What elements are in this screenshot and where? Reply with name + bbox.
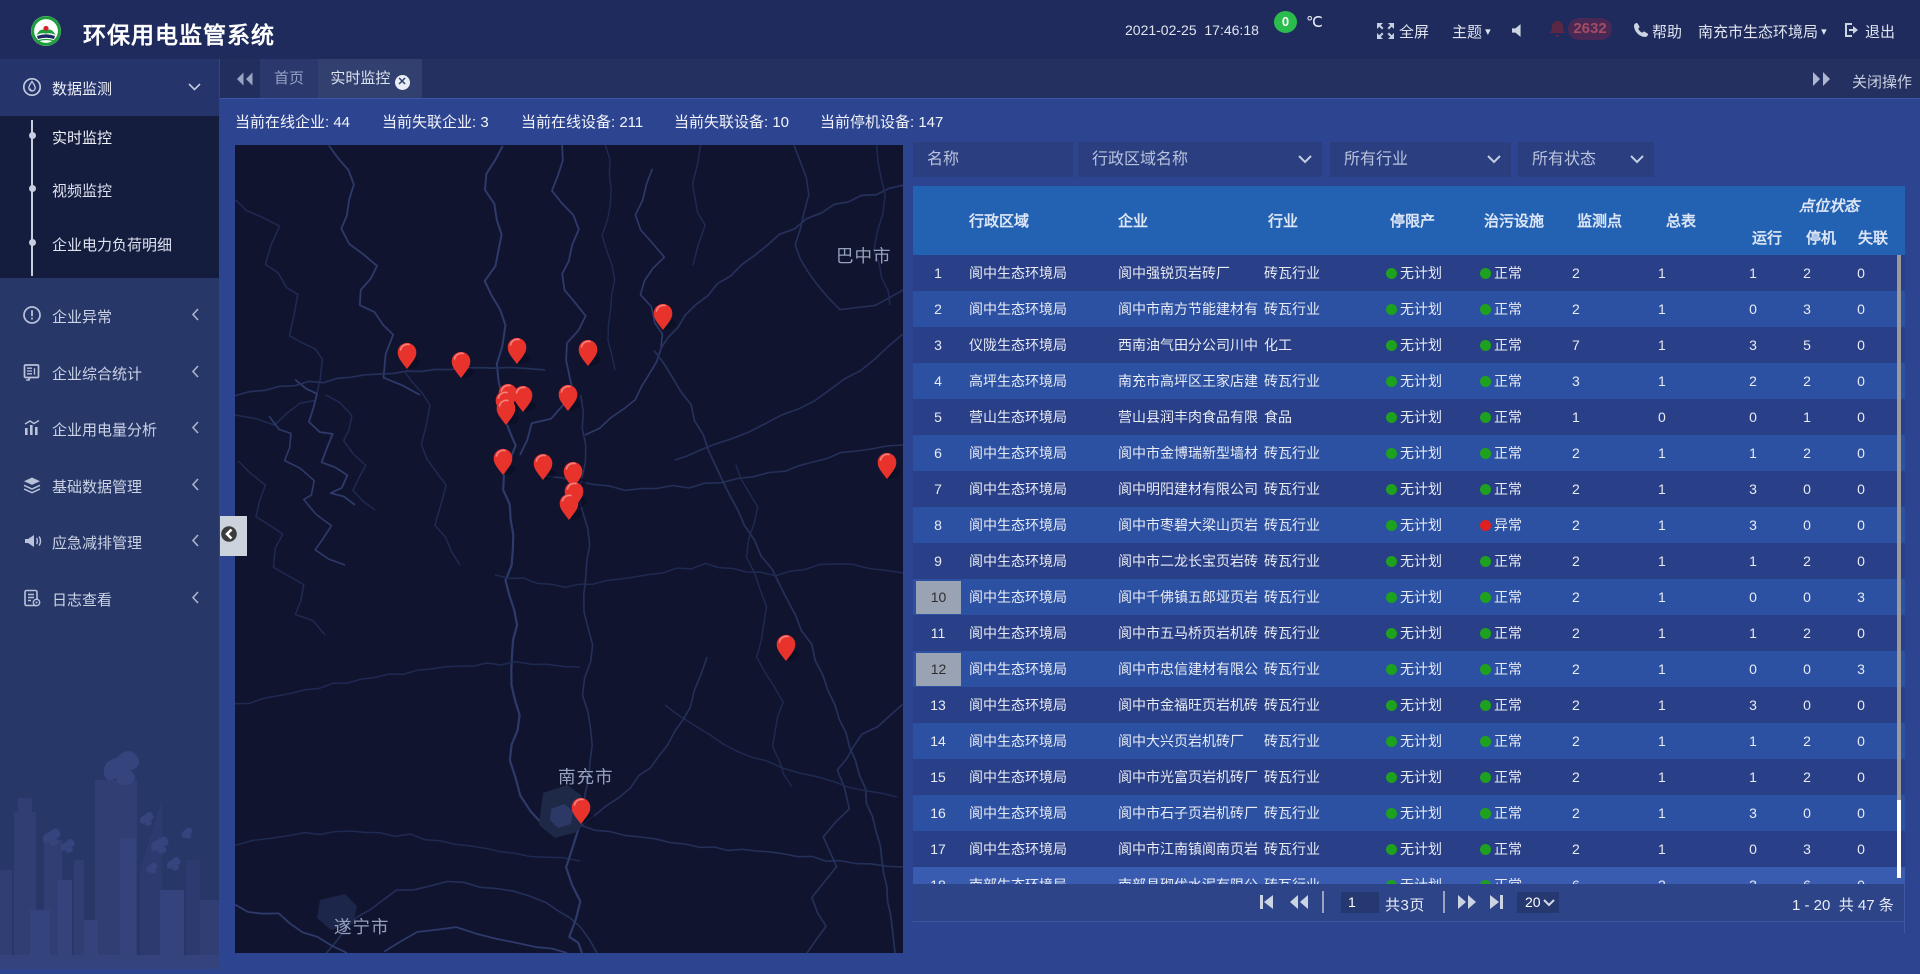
svg-text:南充市: 南充市 — [558, 767, 614, 787]
svg-text:遂宁市: 遂宁市 — [334, 917, 390, 937]
svg-text:巴中市: 巴中市 — [836, 246, 892, 266]
